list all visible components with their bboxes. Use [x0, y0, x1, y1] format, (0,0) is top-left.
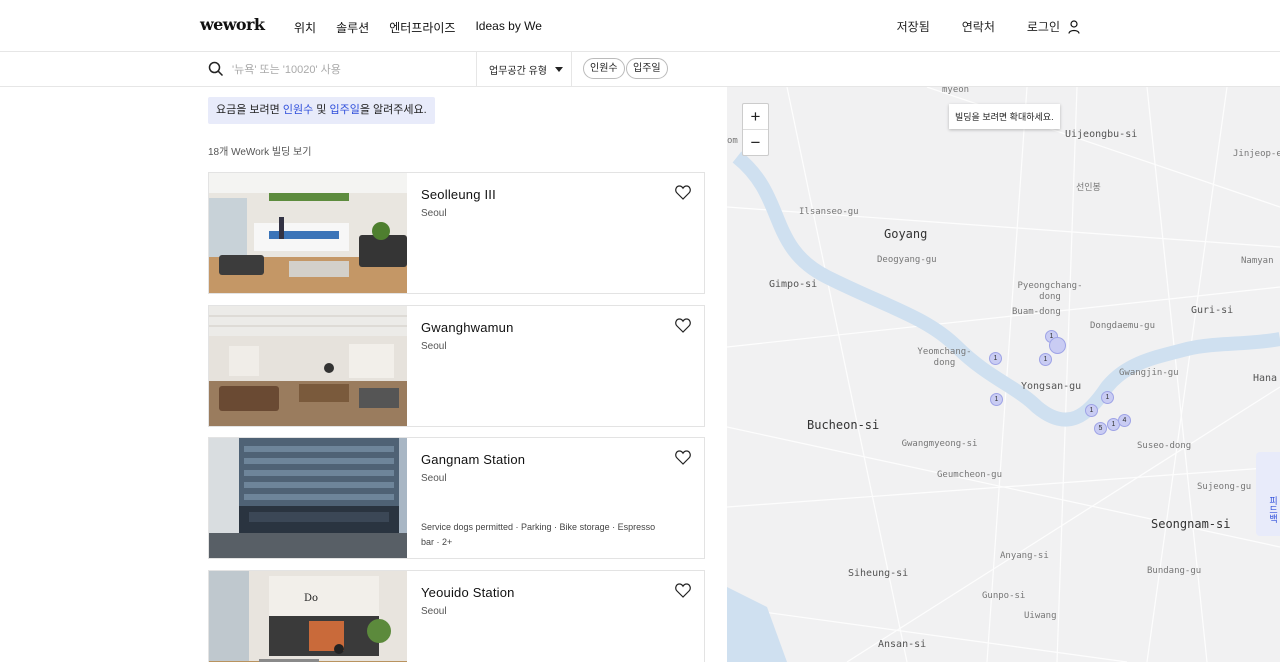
- map-marker[interactable]: 1: [1085, 404, 1098, 417]
- people-count-filter[interactable]: 인원수: [583, 58, 625, 79]
- map-label: Sujeong-gu: [1197, 482, 1252, 492]
- map-label: myeon: [942, 87, 970, 95]
- map-marker[interactable]: [1049, 337, 1066, 354]
- map-marker[interactable]: 1: [989, 352, 1002, 365]
- zoom-control: + −: [742, 103, 769, 156]
- location-search-input[interactable]: [232, 60, 462, 80]
- results-count: 18개 WeWork 빌딩 보기: [208, 147, 312, 158]
- building-name[interactable]: Gwanghwamun: [421, 320, 514, 335]
- map-label: Ilsanseo-gu: [799, 207, 859, 217]
- building-city: Seoul: [421, 606, 447, 617]
- notice-text: 을 알려주세요.: [359, 104, 427, 116]
- map-marker[interactable]: 1: [1039, 353, 1052, 366]
- building-name[interactable]: Gangnam Station: [421, 452, 525, 467]
- zoom-hint-tooltip: 빌딩을 보려면 확대하세요.: [949, 104, 1060, 129]
- workspace-type-dropdown[interactable]: 업무공간 유형: [489, 62, 563, 77]
- map-label: Jinjeop-e: [1233, 149, 1280, 159]
- map-label: 선인봉: [1076, 183, 1101, 193]
- heart-icon[interactable]: [675, 583, 691, 598]
- nav-solutions[interactable]: 솔루션: [336, 19, 369, 36]
- building-card[interactable]: Do Yeouido Station Seoul: [208, 570, 705, 662]
- building-photo: [209, 173, 407, 293]
- map-label: Bucheon-si: [807, 418, 880, 432]
- svg-text:Do: Do: [304, 593, 318, 604]
- nav-ideas-by-we[interactable]: Ideas by We: [475, 19, 541, 36]
- pricing-notice: 요금을 보려면 인원수 및 입주일을 알려주세요.: [208, 97, 435, 124]
- account-nav: 저장됨 연락처 로그인: [865, 18, 1080, 35]
- listing-panel: 요금을 보려면 인원수 및 입주일을 알려주세요. 18개 WeWork 빌딩 …: [0, 87, 727, 662]
- map-label: Seongnam-si: [1151, 517, 1231, 531]
- map-label: Ansan-si: [878, 639, 927, 650]
- map-label: Gwangjin-gu: [1119, 368, 1179, 378]
- main-nav: 위치 솔루션 엔터프라이즈 Ideas by We: [294, 19, 562, 36]
- saved-link[interactable]: 저장됨: [897, 18, 930, 35]
- map-label: Deogyang-gu: [877, 255, 937, 265]
- building-card[interactable]: Gwanghwamun Seoul: [208, 305, 705, 427]
- zoom-in-button[interactable]: +: [743, 104, 768, 130]
- map-label: Geumcheon-gu: [937, 470, 1003, 480]
- map-label: Pyeongchang-dong: [1017, 281, 1083, 302]
- search-bar: 업무공간 유형 인원수 입주일: [0, 52, 1280, 87]
- divider: [476, 52, 477, 86]
- map-label: om: [727, 136, 738, 146]
- chevron-down-icon: [554, 67, 563, 72]
- map-marker[interactable]: 1: [990, 393, 1003, 406]
- map-label: Buam-dong: [1012, 307, 1061, 317]
- map-label: Yongsan-gu: [1021, 381, 1082, 392]
- map-label: Gwangmyeong-si: [901, 439, 978, 449]
- map-label: Anyang-si: [1000, 551, 1049, 561]
- map-label: Yeomchang-dong: [917, 347, 972, 368]
- user-icon[interactable]: [1068, 19, 1080, 34]
- map-label: Goyang: [884, 227, 928, 241]
- map-label: Suseo-dong: [1137, 441, 1192, 451]
- map-label: Gunpo-si: [982, 591, 1026, 601]
- nav-locations[interactable]: 위치: [294, 19, 316, 36]
- map-label: Namyan: [1241, 256, 1274, 266]
- people-count-link[interactable]: 인원수: [283, 104, 313, 116]
- heart-icon[interactable]: [675, 185, 691, 200]
- search-icon: [208, 61, 224, 77]
- map-label: Dongdaemu-gu: [1090, 321, 1156, 331]
- nav-enterprise[interactable]: 엔터프라이즈: [389, 19, 455, 36]
- building-photo: [209, 438, 407, 558]
- heart-icon[interactable]: [675, 318, 691, 333]
- login-link[interactable]: 로그인: [1027, 18, 1060, 35]
- map-label: Siheung-si: [848, 568, 909, 579]
- building-photo: [209, 306, 407, 426]
- map-marker[interactable]: 5: [1094, 422, 1107, 435]
- map-label: Uiwang: [1024, 611, 1057, 621]
- wework-logo[interactable]: wework: [200, 15, 265, 34]
- map-label: Uijeongbu-si: [1065, 129, 1138, 140]
- map-marker[interactable]: 1: [1101, 391, 1114, 404]
- map-panel[interactable]: + − 빌딩을 보려면 확대하세요. myeon Uijeongbu-si Ji…: [727, 87, 1280, 662]
- map-label: Guri-si: [1191, 305, 1234, 316]
- feedback-tab[interactable]: 피드백: [1256, 452, 1280, 536]
- heart-icon[interactable]: [675, 450, 691, 465]
- building-card[interactable]: Gangnam Station Seoul Service dogs permi…: [208, 437, 705, 559]
- building-city: Seoul: [421, 208, 447, 219]
- move-in-date-filter[interactable]: 입주일: [626, 58, 668, 79]
- map-label: Bundang-gu: [1147, 566, 1202, 576]
- building-amenities: Service dogs permitted · Parking · Bike …: [421, 522, 656, 547]
- map-label: Hana: [1253, 373, 1278, 384]
- building-photo: Do: [209, 571, 407, 662]
- building-city: Seoul: [421, 341, 447, 352]
- zoom-out-button[interactable]: −: [743, 130, 768, 156]
- divider: [571, 52, 572, 86]
- move-in-date-link[interactable]: 입주일: [329, 104, 359, 116]
- building-name[interactable]: Yeouido Station: [421, 585, 515, 600]
- top-header: wework 위치 솔루션 엔터프라이즈 Ideas by We 저장됨 연락처…: [0, 0, 1280, 52]
- map-label: Gimpo-si: [769, 279, 818, 290]
- contact-link[interactable]: 연락처: [962, 18, 995, 35]
- workspace-type-label: 업무공간 유형: [489, 66, 547, 77]
- notice-text: 요금을 보려면: [216, 104, 283, 116]
- building-name[interactable]: Seolleung III: [421, 187, 496, 202]
- building-card[interactable]: Seolleung III Seoul: [208, 172, 705, 294]
- notice-text: 및: [313, 104, 330, 116]
- map-marker[interactable]: 4: [1118, 414, 1131, 427]
- building-city: Seoul: [421, 473, 447, 484]
